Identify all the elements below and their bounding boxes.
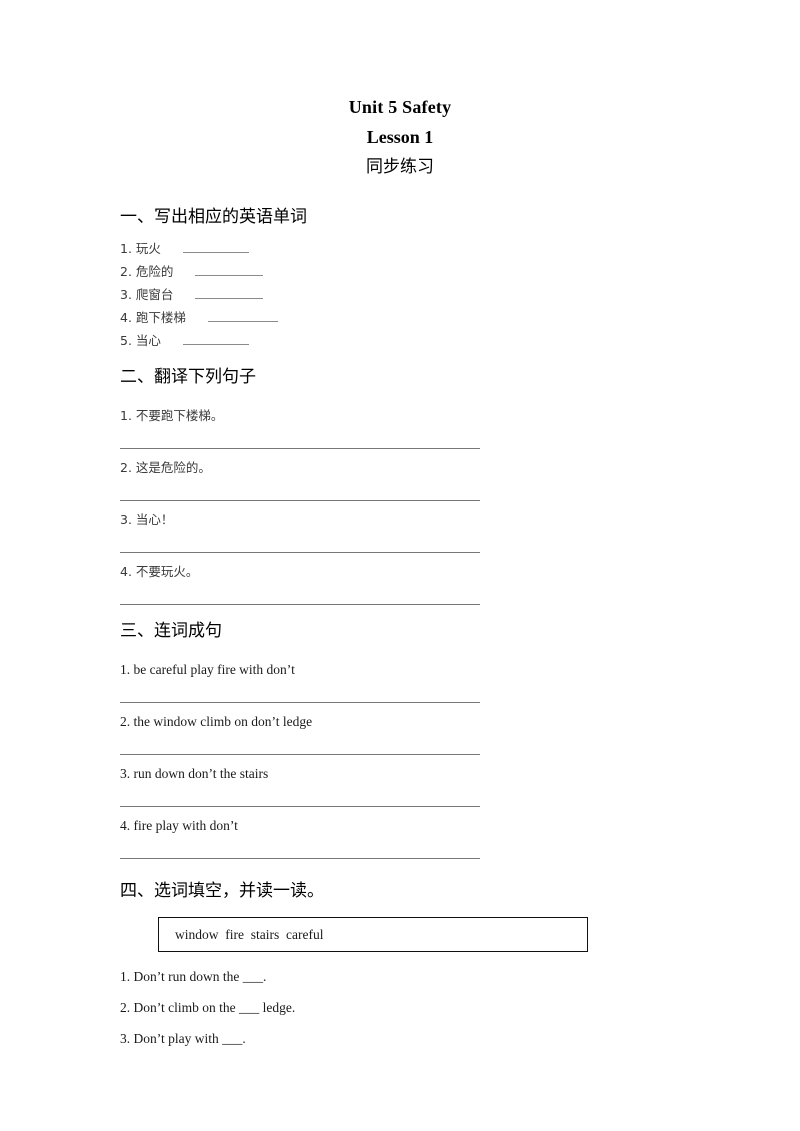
- list-item: 4. 不要玩火。: [120, 553, 680, 605]
- section-fill-in-blank: 四、选词填空，并读一读。 window fire stairs careful …: [120, 879, 680, 1054]
- section-word-order: 三、连词成句 1. be careful play fire with don’…: [120, 619, 680, 859]
- section-heading-1: 一、写出相应的英语单词: [120, 207, 307, 227]
- page-subsubtitle: 同步练习: [366, 157, 434, 177]
- list-item: 3. run down don’t the stairs: [120, 755, 680, 807]
- list-item: 1. be careful play fire with don’t: [120, 651, 680, 703]
- list-item: 3. 爬窗台: [120, 283, 680, 306]
- word-bank-box: window fire stairs careful: [158, 917, 588, 952]
- section-heading-2: 二、翻译下列句子: [120, 367, 256, 387]
- question-text: 3. 当心！: [120, 512, 174, 527]
- list-item: 5. 当心: [120, 329, 680, 352]
- vocabulary-term: 1. 玩火: [120, 241, 161, 256]
- question-text: 4. 不要玩火。: [120, 564, 199, 579]
- list-item: 2. the window climb on don’t ledge: [120, 703, 680, 755]
- answer-blank[interactable]: [182, 331, 249, 345]
- section-heading-4: 四、选词填空，并读一读。: [120, 881, 324, 901]
- word-order-list: 1. be careful play fire with don’t 2. th…: [120, 651, 680, 859]
- question-text: 1. 不要跑下楼梯。: [120, 408, 224, 423]
- vocabulary-term: 5. 当心: [120, 333, 161, 348]
- question-text: 1. be careful play fire with don’t: [120, 662, 295, 677]
- answer-blank[interactable]: [182, 239, 249, 253]
- vocabulary-term: 3. 爬窗台: [120, 287, 174, 302]
- list-item: 4. fire play with don’t: [120, 807, 680, 859]
- answer-blank[interactable]: [207, 308, 278, 322]
- vocabulary-term: 4. 跑下楼梯: [120, 310, 186, 325]
- list-item: 2. Don’t climb on the ___ ledge.: [120, 1000, 296, 1015]
- answer-blank[interactable]: [195, 262, 264, 276]
- document-title-block: Unit 5 Safety Lesson 1 同步练习: [0, 92, 800, 182]
- section-translation: 二、翻译下列句子 1. 不要跑下楼梯。 2. 这是危险的。 3. 当心！ 4. …: [120, 365, 680, 605]
- vocabulary-term: 2. 危险的: [120, 264, 174, 279]
- fill-in-blank-list: 1. Don’t run down the ___. 2. Don’t clim…: [120, 961, 680, 1054]
- list-item: 1. 玩火: [120, 237, 680, 260]
- list-item: 3. Don’t play with ___.: [120, 1031, 246, 1046]
- worksheet-page: Unit 5 Safety Lesson 1 同步练习 一、写出相应的英语单词 …: [0, 0, 800, 1131]
- page-title: Unit 5 Safety: [348, 97, 452, 117]
- section-vocabulary: 一、写出相应的英语单词 1. 玩火 2. 危险的 3. 爬窗台 4. 跑下楼梯 …: [120, 205, 680, 352]
- list-item: 3. 当心！: [120, 501, 680, 553]
- list-item: 4. 跑下楼梯: [120, 306, 680, 329]
- page-subtitle: Lesson 1: [366, 127, 434, 147]
- vocabulary-list: 1. 玩火 2. 危险的 3. 爬窗台 4. 跑下楼梯 5. 当心: [120, 237, 680, 352]
- answer-blank[interactable]: [195, 285, 264, 299]
- translation-list: 1. 不要跑下楼梯。 2. 这是危险的。 3. 当心！ 4. 不要玩火。: [120, 397, 680, 605]
- question-text: 2. the window climb on don’t ledge: [120, 714, 313, 729]
- list-item: 1. 不要跑下楼梯。: [120, 397, 680, 449]
- section-heading-3: 三、连词成句: [120, 621, 222, 641]
- list-item: 1. Don’t run down the ___.: [120, 969, 267, 984]
- question-text: 3. run down don’t the stairs: [120, 766, 269, 781]
- list-item: 2. 这是危险的。: [120, 449, 680, 501]
- worksheet-content: 一、写出相应的英语单词 1. 玩火 2. 危险的 3. 爬窗台 4. 跑下楼梯 …: [120, 205, 680, 1054]
- question-text: 4. fire play with don’t: [120, 818, 238, 833]
- question-text: 2. 这是危险的。: [120, 460, 211, 475]
- list-item: 2. 危险的: [120, 260, 680, 283]
